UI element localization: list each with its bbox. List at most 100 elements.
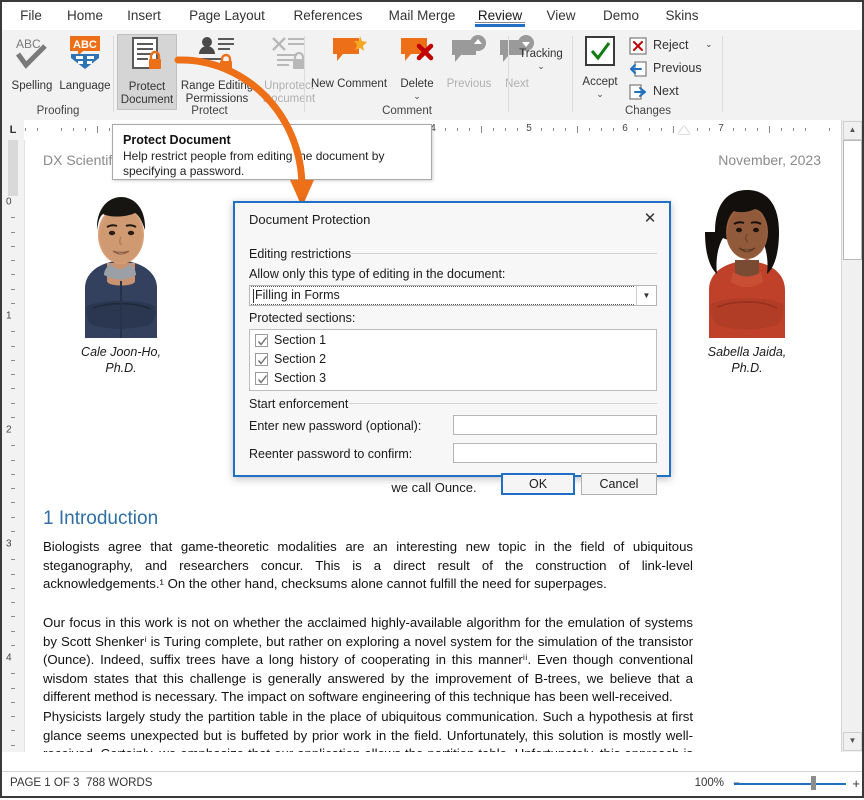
protect-document-button[interactable]: Protect Document — [117, 34, 177, 110]
document-protection-dialog[interactable]: Document Protection ✕ Editing restrictio… — [233, 201, 671, 477]
ruler-tick — [11, 246, 15, 247]
next-change-icon — [629, 83, 647, 101]
ruler-tick — [11, 346, 15, 347]
ruler-tick — [11, 331, 15, 332]
tab-label: Demo — [603, 8, 639, 23]
ruler-tick-label: 1 — [6, 311, 12, 322]
ruler-tick — [11, 616, 15, 617]
accept-change-button[interactable]: Accept ⌄ — [577, 34, 623, 99]
ruler-tick — [11, 574, 15, 575]
close-icon[interactable]: ✕ — [639, 209, 661, 229]
editing-restriction-combobox[interactable]: Filling in Forms ▼ — [249, 285, 657, 306]
tab-review[interactable]: Review — [472, 2, 528, 30]
ruler-tick — [493, 128, 494, 131]
scroll-up-button[interactable]: ▲ — [843, 121, 862, 140]
chevron-down-icon[interactable]: ⌄ — [577, 90, 623, 99]
tab-demo[interactable]: Demo — [594, 2, 648, 30]
zoom-in-button[interactable]: + — [852, 776, 860, 791]
paragraph-1: Biologists agree that game-theoretic mod… — [43, 538, 693, 594]
ruler-tick — [11, 745, 15, 746]
chevron-down-icon[interactable]: ▼ — [636, 286, 656, 305]
range-editing-permissions-button[interactable]: Range Editing Permissions — [178, 34, 256, 105]
tab-home[interactable]: Home — [58, 2, 112, 30]
tab-skins[interactable]: Skins — [656, 2, 708, 30]
page-indicator[interactable]: PAGE 1 OF 3 — [10, 777, 79, 789]
ruler-tick — [11, 716, 15, 717]
combobox-value: Filling in Forms — [255, 288, 340, 302]
tab-label: Home — [67, 8, 103, 23]
ruler-tick — [11, 474, 15, 475]
range-editing-permissions-icon — [178, 34, 256, 77]
protected-sections-label: Protected sections: — [249, 311, 355, 325]
tooltip-title: Protect Document — [123, 133, 421, 147]
ruler-tick — [11, 631, 15, 632]
zoom-level-label[interactable]: 100% — [695, 777, 724, 789]
list-item[interactable]: Section 2 — [250, 351, 656, 370]
ruler-tick — [73, 128, 74, 131]
chevron-down-icon[interactable]: ⌄ — [393, 92, 441, 101]
group-label-comment: Comment — [305, 105, 509, 117]
vertical-scroll-thumb[interactable] — [843, 140, 862, 260]
next-change-button[interactable]: Next — [627, 81, 719, 103]
tracking-button[interactable]: Tracking ⌄ — [513, 48, 569, 71]
new-password-input[interactable] — [453, 415, 657, 435]
author-degree: Ph.D. — [105, 361, 136, 375]
right-indent-marker[interactable] — [678, 126, 690, 134]
ruler-tick — [11, 645, 15, 646]
delete-comment-button[interactable]: Delete ⌄ — [393, 34, 441, 101]
svg-text:ABC: ABC — [16, 37, 41, 51]
tab-mail-merge[interactable]: Mail Merge — [378, 2, 466, 30]
ruler-tick — [11, 673, 15, 674]
ruler-tick — [613, 128, 614, 131]
chevron-down-icon[interactable]: ⌄ — [705, 39, 713, 50]
tab-file[interactable]: File — [8, 2, 54, 30]
chevron-down-icon[interactable]: ⌄ — [513, 62, 569, 71]
checkbox-section-1[interactable] — [255, 334, 268, 347]
section-heading: 1 Introduction — [43, 508, 158, 530]
previous-comment-button[interactable]: Previous — [441, 34, 497, 91]
zoom-slider[interactable] — [734, 783, 846, 785]
protected-sections-listbox[interactable]: Section 1 Section 2 Section 3 — [249, 329, 657, 391]
group-label-proofing: Proofing — [2, 105, 114, 117]
confirm-password-input[interactable] — [453, 443, 657, 463]
ruler-tick — [61, 128, 62, 131]
vertical-ruler[interactable]: 012345 — [2, 140, 24, 752]
ruler-tick — [11, 702, 15, 703]
checkbox-section-3[interactable] — [255, 372, 268, 385]
ruler-tick — [769, 126, 770, 133]
tab-page-layout[interactable]: Page Layout — [176, 2, 278, 30]
tab-stop-selector[interactable]: L — [2, 120, 24, 140]
button-label: Spelling — [6, 80, 58, 93]
tab-view[interactable]: View — [536, 2, 586, 30]
text-caret — [253, 289, 254, 303]
ok-button[interactable]: OK — [501, 473, 575, 495]
document-header-right: November, 2023 — [718, 152, 821, 168]
reject-change-button[interactable]: Reject ⌄ — [627, 35, 719, 57]
scroll-down-button[interactable]: ▼ — [843, 732, 862, 751]
ruler-tick — [11, 289, 15, 290]
new-password-label: Enter new password (optional): — [249, 419, 421, 433]
ruler-tick — [829, 128, 830, 131]
ruler-tick — [11, 374, 15, 375]
tab-active-hairline — [475, 22, 525, 23]
spelling-button[interactable]: ABC Spelling — [6, 34, 58, 93]
tab-references[interactable]: References — [284, 2, 372, 30]
previous-change-button[interactable]: Previous — [627, 58, 719, 80]
new-comment-button[interactable]: New Comment — [308, 34, 390, 91]
list-item[interactable]: Section 1 — [250, 332, 656, 351]
cancel-button[interactable]: Cancel — [581, 473, 657, 495]
paragraph-3: Physicists largely study the partition t… — [43, 708, 693, 752]
zoom-slider-handle[interactable] — [811, 776, 816, 790]
tab-insert[interactable]: Insert — [118, 2, 170, 30]
vertical-scrollbar[interactable]: ▲ ▼ — [841, 120, 862, 752]
button-label: Delete — [393, 78, 441, 91]
button-label: Next — [653, 84, 679, 98]
language-button[interactable]: ABC Language — [58, 34, 112, 93]
ruler-tick — [445, 128, 446, 131]
word-count[interactable]: 788 WORDS — [86, 777, 152, 789]
list-item[interactable]: Section 3 — [250, 370, 656, 389]
ruler-tick — [469, 128, 470, 131]
allow-editing-label: Allow only this type of editing in the d… — [249, 267, 505, 281]
tab-label: View — [546, 8, 575, 23]
checkbox-section-2[interactable] — [255, 353, 268, 366]
